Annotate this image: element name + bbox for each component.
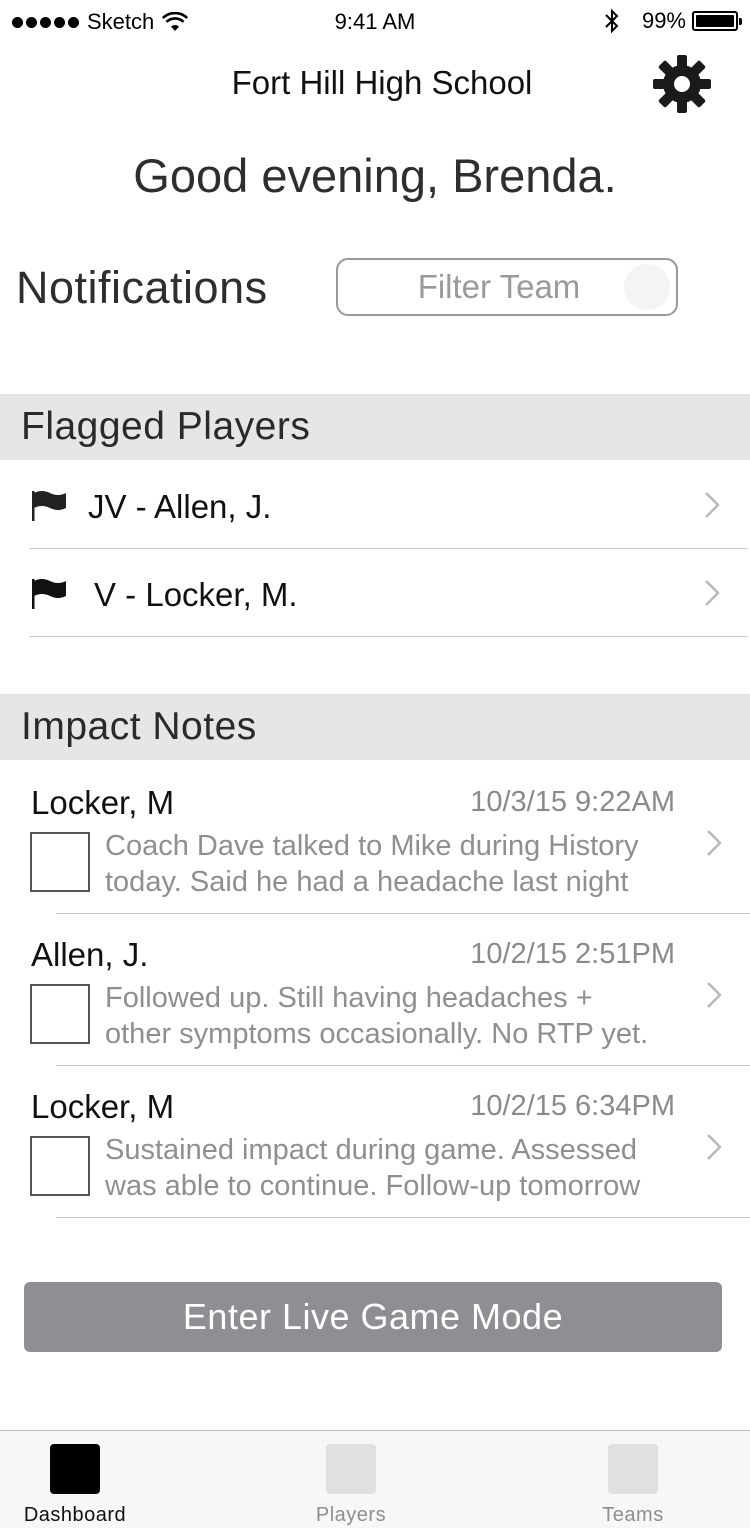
- players-icon: [326, 1444, 376, 1494]
- note-timestamp: 10/3/15 9:22AM: [470, 786, 675, 818]
- note-text: Sustained impact during game. Assessed w…: [105, 1132, 695, 1204]
- filter-dropdown-knob[interactable]: [624, 264, 670, 310]
- note-timestamp: 10/2/15 2:51PM: [470, 938, 675, 970]
- tab-label: Teams: [602, 1504, 664, 1526]
- flagged-player-row[interactable]: V - Locker, M.: [0, 549, 750, 637]
- note-player-name: Allen, J.: [31, 936, 149, 973]
- tab-dashboard[interactable]: Dashboard: [0, 1431, 150, 1528]
- row-divider: [56, 1217, 750, 1218]
- note-text-line: today. Said he had a headache last night: [105, 866, 629, 898]
- flag-icon: [32, 491, 66, 521]
- bluetooth-icon: [605, 8, 619, 34]
- status-right: 99%: [604, 8, 742, 34]
- tab-label: Players: [315, 1504, 387, 1526]
- flagged-players-header: Flagged Players: [0, 394, 750, 460]
- note-text-line: was able to continue. Follow-up tomorrow: [105, 1170, 641, 1202]
- greeting: Good evening, Brenda.: [133, 149, 617, 202]
- note-text: Coach Dave talked to Mike during History…: [105, 828, 695, 900]
- status-bar: Sketch 9:41 AM 99%: [0, 0, 750, 44]
- tab-bar: Dashboard Players Teams: [0, 1430, 750, 1528]
- note-checkbox[interactable]: [30, 832, 90, 892]
- flagged-player-row[interactable]: JV - Allen, J.: [0, 461, 750, 549]
- note-text-line: other symptoms occasionally. No RTP yet.: [105, 1018, 649, 1050]
- tab-players[interactable]: Players: [276, 1431, 426, 1528]
- note-player-name: Locker, M: [31, 1088, 175, 1125]
- impact-note-row[interactable]: Locker, M 10/2/15 6:34PM Sustained impac…: [0, 1066, 750, 1218]
- note-checkbox[interactable]: [30, 984, 90, 1044]
- dashboard-icon: [50, 1444, 100, 1494]
- chevron-right-icon: [707, 830, 722, 856]
- tab-teams[interactable]: Teams: [558, 1431, 708, 1528]
- flagged-player-label: JV - Allen, J.: [88, 488, 272, 525]
- app-title: Fort Hill High School: [231, 64, 533, 101]
- tab-label: Dashboard: [23, 1504, 127, 1526]
- note-timestamp: 10/2/15 6:34PM: [470, 1090, 675, 1122]
- teams-icon: [608, 1444, 658, 1494]
- note-text-line: Followed up. Still having headaches +: [105, 982, 593, 1014]
- enter-live-game-mode-button[interactable]: Enter Live Game Mode: [24, 1282, 722, 1352]
- note-checkbox[interactable]: [30, 1136, 90, 1196]
- chevron-right-icon: [707, 1134, 722, 1160]
- battery-icon: [692, 11, 742, 31]
- note-text: Followed up. Still having headaches + ot…: [105, 980, 695, 1052]
- row-divider: [30, 636, 748, 637]
- note-text-line: Coach Dave talked to Mike during History: [105, 830, 639, 862]
- chevron-right-icon: [707, 982, 722, 1008]
- note-text-line: Sustained impact during game. Assessed: [105, 1134, 637, 1166]
- notifications-title: Notifications: [16, 262, 268, 313]
- note-player-name: Locker, M: [31, 784, 175, 821]
- battery-percentage: 99%: [641, 8, 686, 33]
- gear-icon[interactable]: [652, 54, 712, 114]
- flag-icon: [32, 579, 66, 609]
- impact-notes-header: Impact Notes: [0, 694, 750, 760]
- impact-note-row[interactable]: Locker, M 10/3/15 9:22AM Coach Dave talk…: [0, 762, 750, 914]
- chevron-right-icon: [705, 492, 720, 518]
- impact-note-row[interactable]: Allen, J. 10/2/15 2:51PM Followed up. St…: [0, 914, 750, 1066]
- chevron-right-icon: [705, 580, 720, 606]
- flagged-player-label: V - Locker, M.: [94, 576, 298, 613]
- filter-team-field[interactable]: [336, 258, 678, 316]
